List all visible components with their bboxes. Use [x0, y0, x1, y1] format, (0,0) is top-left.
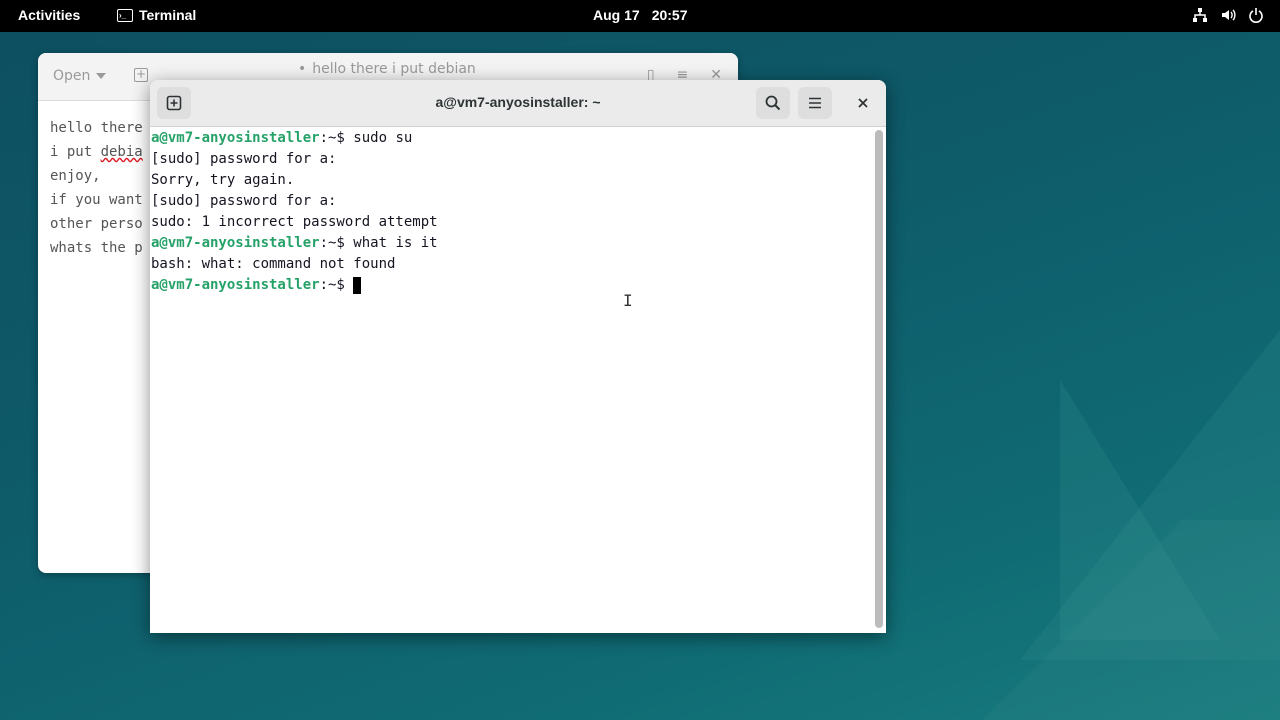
clock[interactable]: Aug 17 20:57 — [593, 7, 688, 23]
open-label: Open — [53, 68, 91, 84]
editor-line: hello there — [50, 120, 143, 136]
terminal-cursor — [353, 276, 362, 294]
prompt-suffix: :~$ — [319, 130, 354, 146]
editor-line: i put debia — [50, 144, 143, 160]
prompt-user-host: a@vm7-anyosinstaller — [151, 277, 320, 293]
terminal-window[interactable]: a@vm7-anyosinstaller: ~ a@vm7-anyosinsta… — [150, 80, 886, 633]
output-text: [sudo] password for a: — [151, 193, 337, 209]
top-bar: Activities ›_ Terminal Aug 17 20:57 — [0, 0, 1280, 32]
system-tray[interactable] — [1192, 7, 1264, 23]
chevron-down-icon — [96, 73, 107, 79]
power-icon[interactable] — [1248, 7, 1264, 23]
editor-title: • hello there i put debian — [298, 61, 476, 77]
wallpaper-shape — [980, 520, 1280, 720]
prompt-user-host: a@vm7-anyosinstaller — [151, 130, 320, 146]
editor-text-area[interactable]: hello there i put debia enjoy, if you wa… — [50, 116, 143, 260]
terminal-line: Sorry, try again. — [151, 170, 871, 191]
terminal-line: a@vm7-anyosinstaller:~$ sudo su — [151, 128, 871, 149]
output-text: Sorry, try again. — [151, 172, 295, 188]
command-text: what is it — [353, 235, 438, 251]
hamburger-menu-icon — [809, 97, 821, 109]
open-button[interactable]: Open — [53, 68, 107, 84]
output-text: bash: what: command not found — [151, 256, 396, 272]
output-text: [sudo] password for a: — [151, 151, 337, 167]
terminal-line: sudo: 1 incorrect password attempt — [151, 212, 871, 233]
app-name: Terminal — [139, 7, 197, 23]
prompt-user-host: a@vm7-anyosinstaller — [151, 235, 320, 251]
terminal-output[interactable]: a@vm7-anyosinstaller:~$ sudo su [sudo] pa… — [151, 128, 871, 633]
editor-title-text: hello there i put debian — [312, 61, 476, 77]
app-menu[interactable]: ›_ Terminal — [117, 7, 196, 23]
close-icon — [858, 98, 868, 108]
command-text: sudo su — [353, 130, 413, 146]
search-button[interactable] — [756, 87, 790, 119]
editor-line: other perso — [50, 216, 143, 232]
terminal-line: a@vm7-anyosinstaller:~$ what is it — [151, 233, 871, 254]
terminal-headerbar: a@vm7-anyosinstaller: ~ — [150, 80, 886, 127]
search-icon — [765, 95, 781, 111]
activities-button[interactable]: Activities — [18, 7, 80, 23]
misspelled-word: debia — [100, 144, 143, 160]
editor-line: whats the p — [50, 240, 143, 256]
prompt-suffix: :~$ — [319, 235, 354, 251]
clock-time: 20:57 — [651, 7, 688, 23]
terminal-icon: ›_ — [117, 8, 133, 22]
terminal-line: [sudo] password for a: — [151, 191, 871, 212]
editor-line: enjoy, — [50, 168, 101, 184]
menu-button[interactable] — [798, 87, 832, 119]
text-cursor-icon: I — [623, 291, 633, 310]
terminal-line: bash: what: command not found — [151, 254, 871, 275]
volume-icon[interactable] — [1220, 7, 1236, 23]
terminal-line: a@vm7-anyosinstaller:~$ — [151, 275, 871, 296]
network-icon[interactable] — [1192, 7, 1208, 23]
terminal-line: [sudo] password for a: — [151, 149, 871, 170]
new-document-icon[interactable]: + — [134, 68, 148, 82]
prompt-suffix: :~$ — [319, 277, 354, 293]
modified-indicator: • — [298, 61, 307, 77]
output-text: sudo: 1 incorrect password attempt — [151, 214, 438, 230]
scrollbar[interactable] — [875, 130, 883, 628]
clock-date: Aug 17 — [593, 7, 640, 23]
close-button[interactable] — [846, 87, 880, 119]
editor-line: if you want — [50, 192, 143, 208]
